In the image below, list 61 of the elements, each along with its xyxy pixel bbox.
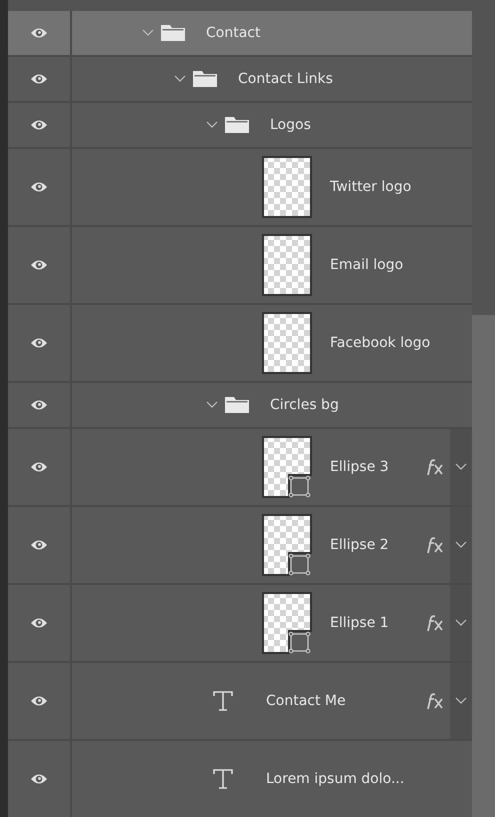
layer-row[interactable]: Facebook logo	[8, 305, 472, 383]
layer-name: Facebook logo	[330, 335, 430, 351]
eye-icon[interactable]	[30, 399, 48, 411]
folder-icon	[192, 70, 218, 88]
eye-icon[interactable]	[30, 181, 48, 193]
chevron-icon[interactable]	[174, 75, 186, 83]
layer-name: Twitter logo	[330, 179, 412, 195]
chevron-icon[interactable]	[142, 29, 154, 37]
layer-row[interactable]: Ellipse 1	[8, 585, 472, 663]
eye-icon[interactable]	[30, 337, 48, 349]
layer-thumbnail	[262, 156, 312, 218]
text-layer-icon	[213, 769, 233, 789]
eye-icon[interactable]	[30, 617, 48, 629]
group-name: Contact Links	[238, 71, 333, 87]
fx-icon[interactable]	[426, 692, 444, 710]
chevron-icon[interactable]	[455, 619, 467, 627]
layer-row[interactable]: Twitter logo	[8, 149, 472, 227]
layer-name: Ellipse 1	[330, 615, 389, 631]
folder-icon	[224, 396, 250, 414]
layer-thumbnail	[262, 234, 312, 296]
chevron-icon[interactable]	[455, 463, 467, 471]
layer-row[interactable]: Lorem ipsum dolo...	[8, 741, 472, 817]
eye-icon[interactable]	[30, 773, 48, 785]
layer-row[interactable]: Ellipse 3	[8, 429, 472, 507]
scrollbar-thumb[interactable]	[472, 315, 495, 817]
group-name: Logos	[270, 117, 311, 133]
fx-icon[interactable]	[426, 614, 444, 632]
layer-name: Lorem ipsum dolo...	[266, 771, 404, 787]
layer-row[interactable]: Contact	[8, 11, 472, 57]
eye-icon[interactable]	[30, 73, 48, 85]
layer-row[interactable]: Contact Me	[8, 663, 472, 741]
eye-icon[interactable]	[30, 539, 48, 551]
group-name: Circles bg	[270, 397, 339, 413]
layer-row[interactable]: Logos	[8, 103, 472, 149]
shape-thumbnail	[262, 592, 312, 654]
fx-icon[interactable]	[426, 536, 444, 554]
layer-thumbnail	[262, 312, 312, 374]
eye-icon[interactable]	[30, 119, 48, 131]
layer-row[interactable]: Contact Links	[8, 57, 472, 103]
shape-thumbnail	[262, 436, 312, 498]
eye-icon[interactable]	[30, 27, 48, 39]
eye-icon[interactable]	[30, 695, 48, 707]
chevron-icon[interactable]	[455, 697, 467, 705]
fx-icon[interactable]	[426, 458, 444, 476]
group-name: Contact	[206, 25, 260, 41]
chevron-icon[interactable]	[206, 121, 218, 129]
chevron-icon[interactable]	[206, 401, 218, 409]
eye-icon[interactable]	[30, 461, 48, 473]
folder-icon	[224, 116, 250, 134]
layer-name: Contact Me	[266, 693, 346, 709]
shape-thumbnail	[262, 514, 312, 576]
layer-row[interactable]: Email logo	[8, 227, 472, 305]
layer-row[interactable]: Circles bg	[8, 383, 472, 429]
layer-row[interactable]: Ellipse 2	[8, 507, 472, 585]
text-layer-icon	[213, 691, 233, 711]
layer-name: Ellipse 3	[330, 459, 389, 475]
layer-name: Email logo	[330, 257, 404, 273]
eye-icon[interactable]	[30, 259, 48, 271]
folder-icon	[160, 24, 186, 42]
chevron-icon[interactable]	[455, 541, 467, 549]
layer-name: Ellipse 2	[330, 537, 389, 553]
